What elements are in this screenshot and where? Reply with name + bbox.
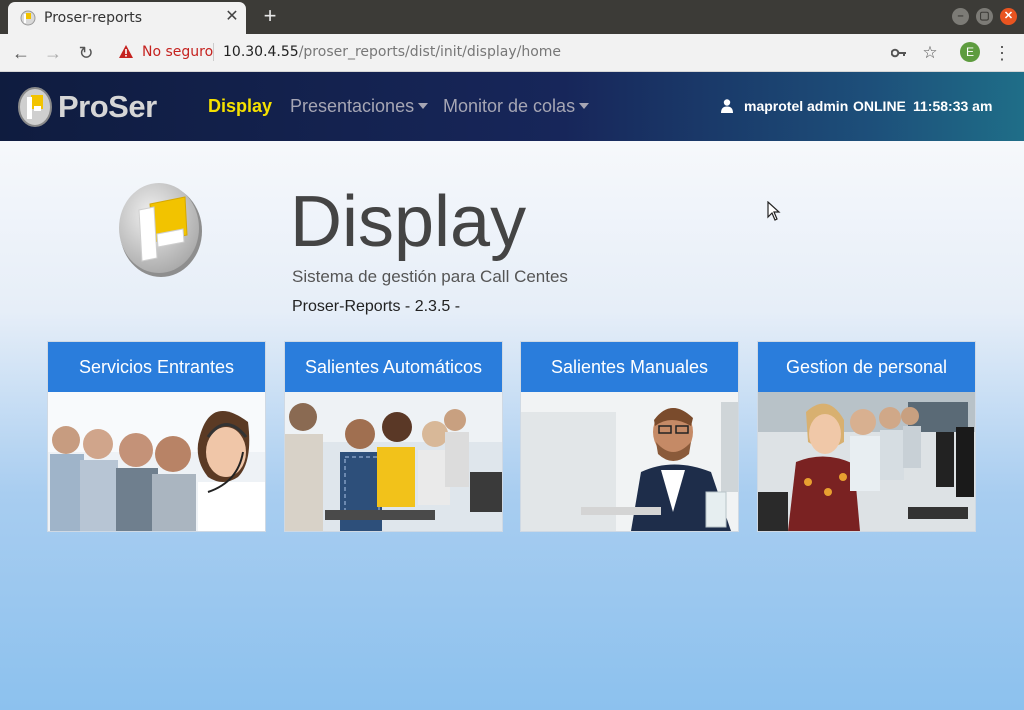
nav-presentaciones-label: Presentaciones [290,96,415,116]
card-salientes-automaticos[interactable]: Salientes Automáticos [284,341,503,532]
version-label: Proser-Reports - 2.3.5 - [292,298,461,315]
forward-arrow-icon[interactable]: → [41,41,65,65]
nav-monitor-de-colas[interactable]: Monitor de colas [443,96,590,117]
nav-presentaciones[interactable]: Presentaciones [290,96,429,117]
url-host: 10.30.4.55 [223,44,299,60]
star-icon[interactable]: ☆ [918,41,942,65]
clock: 11:58:33 am [913,98,993,114]
mouse-cursor-icon [767,201,781,221]
browser-tab-strip: Proser-reports ✕ + – ▢ ✕ [0,0,1024,34]
reload-icon[interactable]: ↻ [74,41,98,65]
card-image[interactable] [285,392,502,531]
hero-logo-icon [119,183,202,277]
browser-toolbar: ← → ↻ No seguro 10.30.4.55/proser_report… [0,34,1024,72]
caret-down-icon [418,103,429,109]
nav-monitor-label: Monitor de colas [443,96,576,116]
security-indicator[interactable]: No seguro [142,44,213,60]
card-title[interactable]: Servicios Entrantes [48,342,265,392]
url-separator [213,43,214,61]
card-image[interactable] [48,392,265,531]
tab-title: Proser-reports [44,10,143,26]
brand-logo-icon[interactable] [18,87,52,127]
card-title[interactable]: Gestion de personal [758,342,975,392]
app-navbar: ProSer Display Presentaciones Monitor de… [0,72,1024,141]
browser-tab[interactable]: Proser-reports ✕ [8,2,246,34]
close-icon[interactable]: ✕ [222,7,242,27]
card-servicios-entrantes[interactable]: Servicios Entrantes [47,341,266,532]
caret-down-icon [579,103,590,109]
card-title[interactable]: Salientes Manuales [521,342,738,392]
maximize-window-button[interactable]: ▢ [976,8,993,25]
close-window-button[interactable]: ✕ [1000,8,1017,25]
key-icon[interactable] [891,46,907,60]
url-path: /proser_reports/dist/init/display/home [298,44,562,60]
warning-icon [119,45,133,58]
address-bar[interactable]: 10.30.4.55/proser_reports/dist/init/disp… [223,44,561,60]
page-subtitle: Sistema de gestión para Call Centes [292,267,568,286]
user-name[interactable]: maprotel admin [744,98,848,114]
new-tab-button[interactable]: + [258,5,282,29]
user-icon [721,99,733,113]
card-image[interactable] [521,392,738,531]
favicon-icon [20,10,36,26]
card-salientes-manuales[interactable]: Salientes Manuales [520,341,739,532]
menu-dots-icon[interactable]: ⋮ [990,41,1014,65]
card-title[interactable]: Salientes Automáticos [285,342,502,392]
card-gestion-de-personal[interactable]: Gestion de personal [757,341,976,532]
profile-avatar[interactable]: E [960,42,980,62]
status-badge: ONLINE [853,98,906,114]
page-title: Display [290,182,527,262]
main-content: Display Sistema de gestión para Call Cen… [0,141,1024,710]
brand-name[interactable]: ProSer [58,89,157,125]
minimize-window-button[interactable]: – [952,8,969,25]
nav-display[interactable]: Display [208,96,272,117]
card-image[interactable] [758,392,975,531]
back-arrow-icon[interactable]: ← [9,41,33,65]
